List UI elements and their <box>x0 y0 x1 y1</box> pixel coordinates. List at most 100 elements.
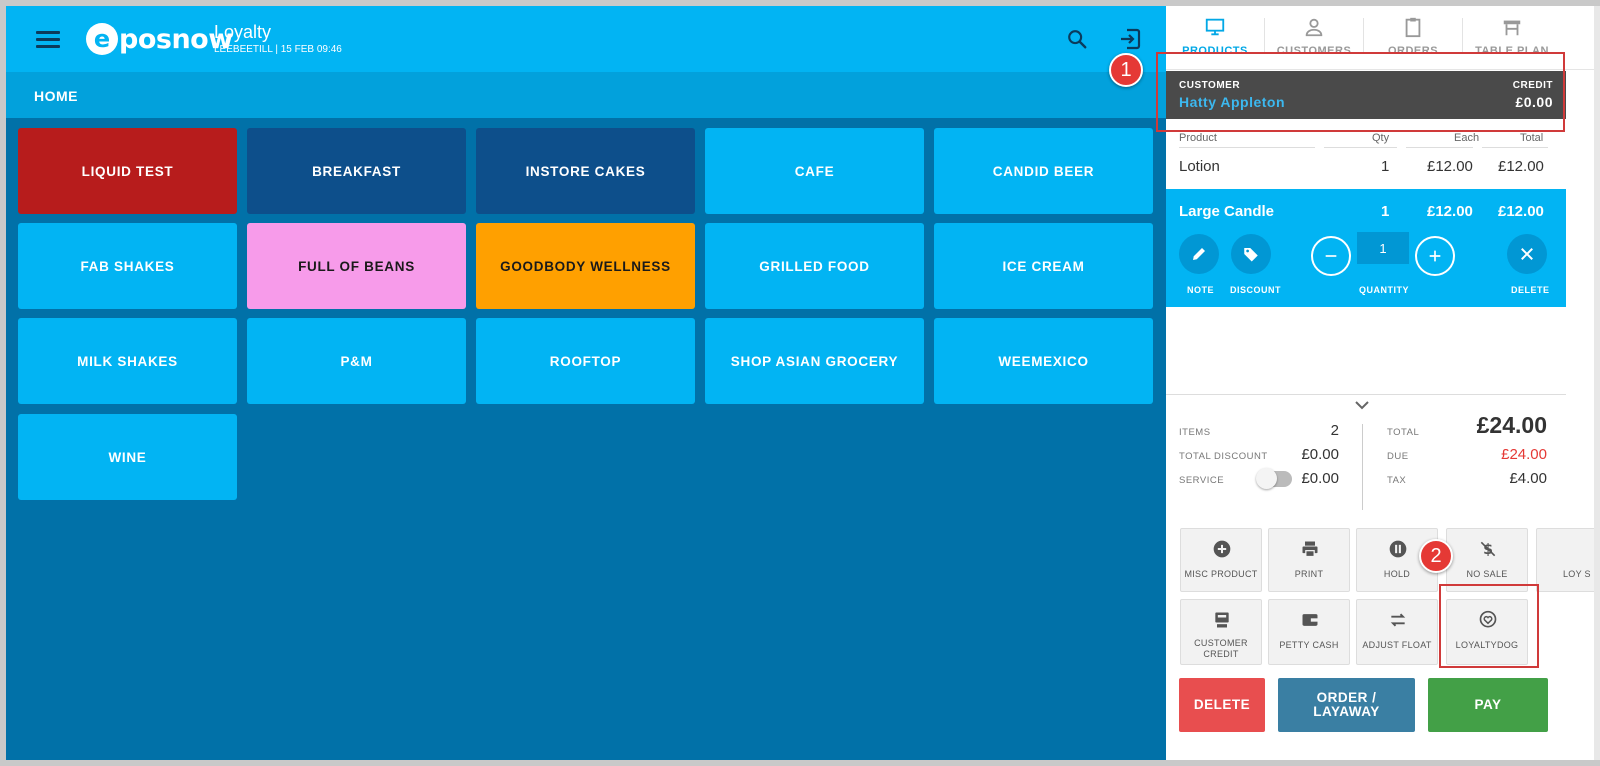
printer-icon <box>1302 541 1318 558</box>
col-product: Product <box>1179 132 1217 144</box>
col-total: Total <box>1520 132 1544 144</box>
loyalty-partial-button[interactable]: LOY S <box>1536 528 1600 592</box>
loyalty-partial-label: LOY S <box>1563 569 1591 579</box>
col-qty: Qty <box>1372 132 1390 144</box>
line-each: £12.00 <box>1427 158 1473 175</box>
credit-terminal-icon <box>1215 612 1229 628</box>
search-icon[interactable] <box>1066 28 1088 50</box>
line-product: Large Candle <box>1179 203 1275 220</box>
top-bar: e posnow Loyalty LEEBEETILL | 15 FEB 09:… <box>6 6 1190 72</box>
print-label: PRINT <box>1294 569 1324 579</box>
no-sale-label: NO SALE <box>1466 569 1508 579</box>
logo-letter: e <box>86 23 118 55</box>
category-tile[interactable]: FULL OF BEANS <box>247 223 466 309</box>
line-qty: 1 <box>1381 203 1390 220</box>
print-button[interactable]: PRINT <box>1268 528 1350 592</box>
pencil-icon <box>1193 248 1205 260</box>
items-label: ITEMS <box>1179 427 1211 438</box>
tax-value: £4.00 <box>1509 470 1547 487</box>
annotation-box-customer <box>1156 52 1565 132</box>
adjust-float-button[interactable]: ADJUST FLOAT <box>1356 599 1438 665</box>
service-value: £0.00 <box>1301 470 1339 487</box>
petty-cash-button[interactable]: PETTY CASH <box>1268 599 1350 665</box>
add-circle-icon <box>1213 540 1231 558</box>
line-total: £12.00 <box>1498 203 1544 220</box>
category-tile[interactable]: P&M <box>247 318 466 404</box>
annotation-box-loyaltydog <box>1439 584 1539 668</box>
pause-icon <box>1389 540 1407 558</box>
category-tile[interactable]: GRILLED FOOD <box>705 223 924 309</box>
order-layaway-button[interactable]: ORDER / LAYAWAY <box>1278 678 1415 732</box>
breadcrumb: HOME <box>6 72 1190 118</box>
person-icon <box>1305 18 1323 37</box>
monitor-icon <box>1205 18 1225 36</box>
delete-line-label: DELETE <box>1511 285 1550 295</box>
service-label: SERVICE <box>1179 475 1225 486</box>
customer-credit-button[interactable]: CUSTOMER CREDIT <box>1180 599 1262 665</box>
page-title: Loyalty <box>214 22 272 42</box>
line-product: Lotion <box>1179 158 1220 175</box>
order-layaway-label-2: LAYAWAY <box>1313 704 1380 719</box>
hold-label: HOLD <box>1383 569 1411 579</box>
main-area: e posnow Loyalty LEEBEETILL | 15 FEB 09:… <box>6 6 1190 760</box>
scrollbar[interactable] <box>1594 6 1600 760</box>
category-tile[interactable]: SHOP ASIAN GROCERY <box>705 318 924 404</box>
category-tile[interactable]: FAB SHAKES <box>18 223 237 309</box>
category-tile[interactable]: MILK SHAKES <box>18 318 237 404</box>
category-tile[interactable]: BREAKFAST <box>247 128 466 214</box>
category-tile[interactable]: LIQUID TEST <box>18 128 237 214</box>
quantity-input[interactable]: 1 <box>1357 232 1409 264</box>
petty-cash-label: PETTY CASH <box>1279 640 1339 650</box>
misc-product-button[interactable]: MISC PRODUCT <box>1180 528 1262 592</box>
breadcrumb-home[interactable]: HOME <box>34 88 78 104</box>
app-frame: e posnow Loyalty LEEBEETILL | 15 FEB 09:… <box>6 6 1600 760</box>
delete-button[interactable]: DELETE <box>1179 678 1265 732</box>
line-qty: 1 <box>1381 158 1390 175</box>
order-layaway-label-1: ORDER / <box>1316 690 1377 705</box>
category-tile[interactable]: INSTORE CAKES <box>476 128 695 214</box>
discount-label: DISCOUNT <box>1230 285 1281 295</box>
decrease-quantity-button[interactable] <box>1311 236 1351 276</box>
total-value: £24.00 <box>1476 412 1547 438</box>
swap-arrows-icon <box>1390 613 1406 627</box>
line-each: £12.00 <box>1427 203 1473 220</box>
annotation-badge-1: 1 <box>1109 53 1143 87</box>
category-tile[interactable]: WEEMEXICO <box>934 318 1153 404</box>
tag-icon <box>1244 248 1258 262</box>
chevron-down-icon[interactable] <box>1354 400 1370 410</box>
total-label: TOTAL <box>1387 427 1420 438</box>
category-tile[interactable]: ROOFTOP <box>476 318 695 404</box>
selected-line[interactable]: Large Candle 1 £12.00 £12.00 NOTE DISCOU… <box>1166 189 1566 307</box>
no-sale-button[interactable]: $ NO SALE <box>1446 528 1528 592</box>
items-value: 2 <box>1330 422 1339 439</box>
annotation-badge-2: 2 <box>1419 539 1453 573</box>
plus-icon <box>1429 250 1441 262</box>
total-discount-label: TOTAL DISCOUNT <box>1179 451 1268 462</box>
delete-line-button[interactable] <box>1507 234 1547 274</box>
category-tile[interactable]: GOODBODY WELLNESS <box>476 223 695 309</box>
total-discount-value: £0.00 <box>1301 446 1339 463</box>
clipboard-icon <box>1405 17 1421 38</box>
col-each: Each <box>1454 132 1480 144</box>
note-button[interactable] <box>1179 234 1219 274</box>
category-tile[interactable]: CAFE <box>705 128 924 214</box>
adjust-float-label: ADJUST FLOAT <box>1362 640 1432 650</box>
discount-button[interactable] <box>1231 234 1271 274</box>
wallet-icon <box>1302 614 1318 626</box>
misc-product-label: MISC PRODUCT <box>1184 569 1258 579</box>
sign-out-icon[interactable] <box>1118 27 1142 51</box>
till-info: LEEBEETILL | 15 FEB 09:46 <box>214 44 342 55</box>
increase-quantity-button[interactable] <box>1415 236 1455 276</box>
category-tile[interactable]: CANDID BEER <box>934 128 1153 214</box>
category-tile[interactable]: ICE CREAM <box>934 223 1153 309</box>
line-total: £12.00 <box>1498 158 1544 175</box>
quantity-label: QUANTITY <box>1359 285 1409 295</box>
due-value: £24.00 <box>1501 446 1547 463</box>
menu-icon[interactable] <box>36 31 60 49</box>
category-tile[interactable]: WINE <box>18 414 237 500</box>
minus-icon <box>1325 255 1337 257</box>
due-label: DUE <box>1387 451 1409 462</box>
customer-credit-label-1: CUSTOMER <box>1194 638 1248 648</box>
no-money-icon: $ <box>1480 541 1496 558</box>
pay-button[interactable]: PAY <box>1428 678 1548 732</box>
